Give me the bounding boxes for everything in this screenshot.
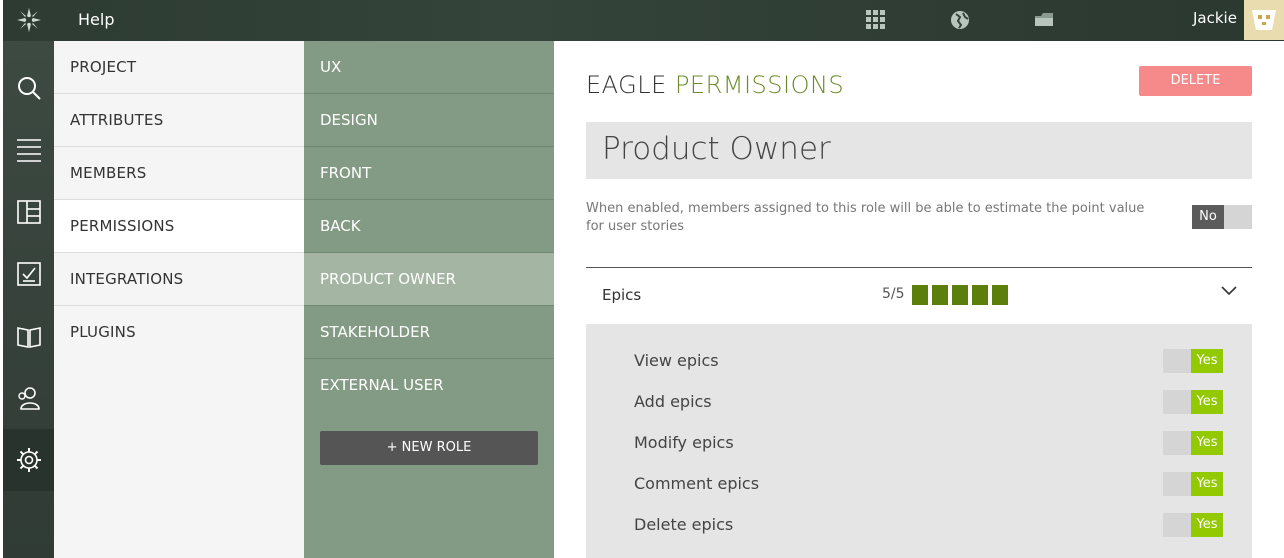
perm-toggle-value: Yes xyxy=(1191,513,1223,537)
search-button[interactable] xyxy=(3,57,54,119)
perm-toggle-view-epics[interactable]: Yes xyxy=(1163,349,1223,373)
admin-menu-members[interactable]: MEMBERS xyxy=(54,147,304,200)
avatar[interactable] xyxy=(1244,0,1284,40)
permission-bar xyxy=(912,285,928,305)
role-name-field[interactable]: Product Owner xyxy=(586,122,1252,179)
admin-menu-plugins[interactable]: PLUGINS xyxy=(54,306,304,359)
admin-menu: PROJECT ATTRIBUTES MEMBERS PERMISSIONS I… xyxy=(54,41,304,558)
kanban-icon xyxy=(16,200,41,224)
folder-icon[interactable] xyxy=(1033,10,1055,30)
menu-icon xyxy=(16,139,41,162)
main-content: EAGLE PERMISSIONS DELETE Product Owner W… xyxy=(554,41,1284,558)
role-front[interactable]: FRONT xyxy=(304,147,554,200)
issues-icon xyxy=(16,262,41,286)
page-title: EAGLE PERMISSIONS xyxy=(586,71,844,99)
admin-settings-button[interactable] xyxy=(3,429,54,491)
team-icon xyxy=(17,387,40,410)
perm-toggle-value: Yes xyxy=(1191,349,1223,373)
backlog-button[interactable] xyxy=(3,119,54,181)
epics-category-header[interactable]: Epics 5/5 xyxy=(586,267,1252,324)
perm-label-modify-epics: Modify epics xyxy=(634,433,734,452)
role-product-owner[interactable]: PRODUCT OWNER xyxy=(304,253,554,306)
perm-toggle-delete-epics[interactable]: Yes xyxy=(1163,513,1223,537)
taiga-logo-icon[interactable] xyxy=(15,6,43,34)
estimate-hint: When enabled, members assigned to this r… xyxy=(586,201,1145,234)
apps-grid-icon[interactable] xyxy=(865,10,887,30)
main-nav xyxy=(3,41,54,558)
roles-menu: UX DESIGN FRONT BACK PRODUCT OWNER STAKE… xyxy=(304,41,554,558)
wiki-icon xyxy=(16,327,41,348)
role-design[interactable]: DESIGN xyxy=(304,94,554,147)
help-link[interactable]: Help xyxy=(78,10,114,29)
perm-label-view-epics: View epics xyxy=(634,351,719,370)
team-button[interactable] xyxy=(3,367,54,429)
permission-bar xyxy=(932,285,948,305)
search-icon xyxy=(17,77,41,100)
admin-menu-integrations[interactable]: INTEGRATIONS xyxy=(54,253,304,306)
app: Help Jackie PROJECT ATTRIBUTES MEMBERS P… xyxy=(0,0,1284,558)
role-ux[interactable]: UX xyxy=(304,41,554,94)
avatar-image xyxy=(1244,0,1284,40)
perm-label-add-epics: Add epics xyxy=(634,392,712,411)
epics-permission-bars xyxy=(912,285,1012,305)
epics-category-label: Epics xyxy=(602,286,642,304)
epics-permissions-list: View epics Yes Add epics Yes Modify epic… xyxy=(586,324,1252,558)
wiki-button[interactable] xyxy=(3,305,54,367)
perm-toggle-value: Yes xyxy=(1191,472,1223,496)
delete-role-button[interactable]: DELETE xyxy=(1139,66,1252,96)
perm-label-comment-epics: Comment epics xyxy=(634,474,760,493)
admin-menu-permissions[interactable]: PERMISSIONS xyxy=(54,200,304,253)
issues-button[interactable] xyxy=(3,243,54,305)
perm-toggle-value: Yes xyxy=(1191,390,1223,414)
role-stakeholder[interactable]: STAKEHOLDER xyxy=(304,306,554,359)
page-title-section: PERMISSIONS xyxy=(674,71,845,99)
epics-permission-count: 5/5 xyxy=(882,286,905,302)
admin-menu-attributes[interactable]: ATTRIBUTES xyxy=(54,94,304,147)
settings-icon xyxy=(16,448,41,472)
top-bar: Help Jackie xyxy=(3,0,1284,41)
permission-bar xyxy=(992,285,1008,305)
perm-label-delete-epics: Delete epics xyxy=(634,515,734,534)
admin-menu-project[interactable]: PROJECT xyxy=(54,41,304,94)
page-title-project: EAGLE xyxy=(586,71,667,99)
chevron-down-icon[interactable] xyxy=(1220,284,1238,298)
globe-icon[interactable] xyxy=(949,10,971,30)
kanban-button[interactable] xyxy=(3,181,54,243)
permission-bar xyxy=(952,285,968,305)
perm-toggle-add-epics[interactable]: Yes xyxy=(1163,390,1223,414)
user-name[interactable]: Jackie xyxy=(1193,9,1237,27)
estimate-toggle-value: No xyxy=(1192,205,1224,229)
role-back[interactable]: BACK xyxy=(304,200,554,253)
role-external-user[interactable]: EXTERNAL USER xyxy=(304,359,554,412)
new-role-button[interactable]: + NEW ROLE xyxy=(320,431,538,465)
estimate-toggle[interactable]: No xyxy=(1192,205,1252,229)
perm-toggle-comment-epics[interactable]: Yes xyxy=(1163,472,1223,496)
perm-toggle-value: Yes xyxy=(1191,431,1223,455)
perm-toggle-modify-epics[interactable]: Yes xyxy=(1163,431,1223,455)
permission-bar xyxy=(972,285,988,305)
